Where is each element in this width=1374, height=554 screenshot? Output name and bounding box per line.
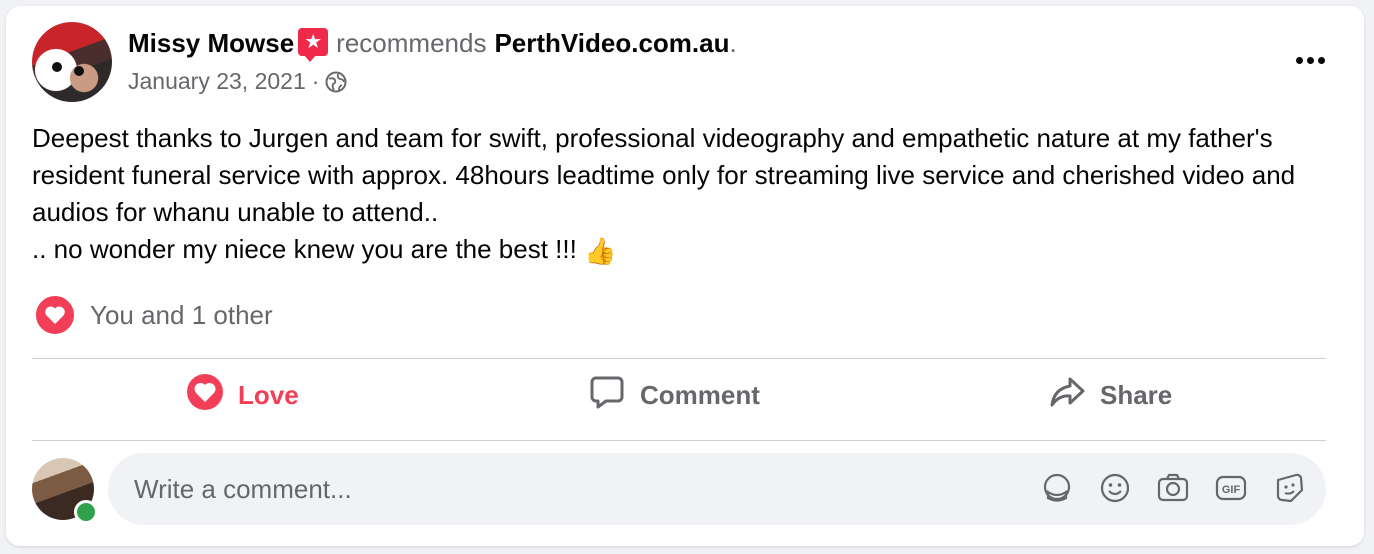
thumbs-up-emoji: 👍: [584, 236, 617, 266]
svg-text:GIF: GIF: [1222, 484, 1241, 496]
comment-input[interactable]: [132, 472, 1016, 506]
post-meta: January 23, 2021 ·: [128, 68, 347, 95]
online-status-dot: [74, 500, 98, 524]
comment-label: Comment: [640, 379, 760, 410]
reactions-text: You and 1 other: [90, 299, 273, 330]
date-separator: ·: [311, 68, 320, 94]
comment-icon: [588, 373, 626, 418]
love-label: Love: [238, 379, 299, 410]
heart-icon: [34, 294, 76, 336]
more-icon: [1295, 56, 1303, 64]
emoji-icon[interactable]: [1098, 471, 1132, 505]
love-button[interactable]: Love: [186, 370, 299, 420]
author-name[interactable]: Missy Mowse: [128, 28, 294, 58]
divider-bottom: [32, 440, 1326, 441]
avatar-sticker-icon[interactable]: [1272, 471, 1306, 505]
comment-tools: GIF: [1040, 471, 1306, 505]
sticker-icon[interactable]: [1040, 471, 1074, 505]
camera-icon[interactable]: [1156, 471, 1190, 505]
heart-icon: [186, 373, 224, 418]
page-suffix: .: [729, 28, 737, 58]
globe-icon: [325, 71, 347, 93]
post-date[interactable]: January 23, 2021: [128, 68, 306, 95]
page-link[interactable]: PerthVideo.com.au: [494, 28, 729, 58]
reactions-summary[interactable]: You and 1 other: [34, 294, 273, 336]
more-options-button[interactable]: [1290, 48, 1330, 72]
comment-box[interactable]: GIF: [108, 453, 1326, 525]
post-header: Missy Mowse ★ recommends PerthVideo.com.au.: [128, 28, 737, 62]
recommends-text: recommends: [336, 28, 487, 58]
divider-top: [32, 358, 1326, 359]
gif-icon[interactable]: GIF: [1214, 471, 1248, 505]
share-icon: [1048, 373, 1086, 418]
comment-button[interactable]: Comment: [588, 370, 760, 420]
share-label: Share: [1100, 379, 1173, 410]
recommend-badge-icon: ★: [298, 28, 329, 62]
more-icon-dot: [1317, 56, 1325, 64]
post-body-text: Deepest thanks to Jurgen and team for sw…: [32, 123, 1296, 264]
author-avatar[interactable]: [32, 22, 112, 102]
share-button[interactable]: Share: [1048, 370, 1172, 420]
post-body: Deepest thanks to Jurgen and team for sw…: [32, 120, 1332, 270]
more-icon-dot: [1306, 56, 1314, 64]
